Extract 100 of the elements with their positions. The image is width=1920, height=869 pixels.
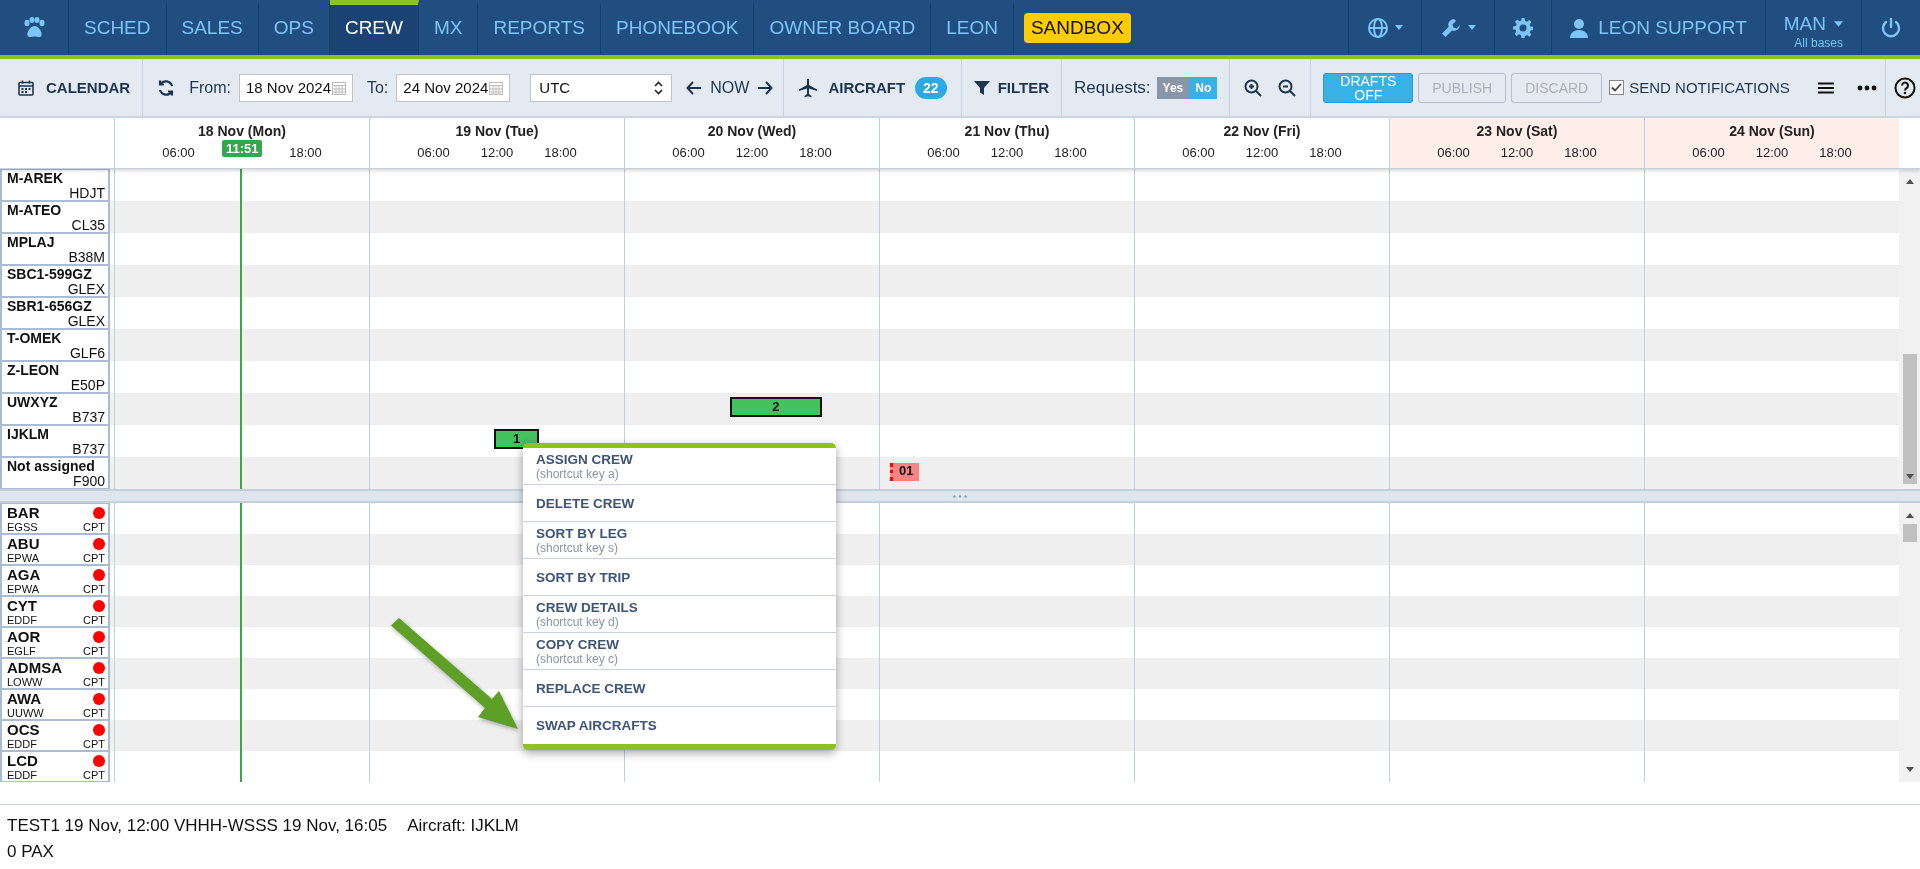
flight-block[interactable]: 1 — [494, 429, 539, 449]
arrow-right-icon[interactable] — [757, 80, 774, 95]
hour-label: 12:00 — [479, 145, 515, 160]
calendar-icon — [18, 79, 34, 96]
aircraft-info: Aircraft: IJKLM — [407, 815, 519, 837]
filter-button[interactable]: FILTER — [961, 59, 1063, 116]
aircraft-label[interactable]: SBC1-599GZ GLEX — [0, 265, 110, 297]
flight-block[interactable]: 2 — [729, 397, 822, 417]
count-badge: 22 — [915, 76, 947, 99]
now-button[interactable]: NOW — [710, 78, 750, 97]
hour-label: 06:00 — [161, 145, 196, 160]
hour-label: 18:00 — [543, 145, 578, 160]
zoom-in-icon[interactable] — [1244, 78, 1263, 97]
crew-label[interactable]: OCS EDDF CPT — [0, 720, 110, 751]
menu-item[interactable]: CREW DETAILS (shortcut key d) — [523, 596, 836, 633]
settings-icon — [1513, 17, 1534, 38]
aircraft-label[interactable]: SBR1-656GZ GLEX — [0, 297, 110, 329]
date-field[interactable]: 18 Nov 2024 — [238, 73, 353, 102]
scrollbar[interactable] — [1899, 503, 1920, 782]
menu-item[interactable]: COPY CREW (shortcut key c) — [523, 633, 836, 670]
hour-label: 06:00 — [416, 145, 451, 160]
hour-label: 18:00 — [1308, 145, 1343, 160]
menu-item[interactable]: DELETE CREW — [523, 485, 836, 522]
aircraft-label[interactable]: UWXYZ B737 — [0, 393, 110, 425]
caret-icon — [1468, 25, 1477, 30]
hour-label: 18:00 — [1818, 145, 1853, 160]
caret-icon — [1834, 21, 1843, 27]
crew-label[interactable]: AWA UUWW CPT — [0, 689, 110, 720]
hour-label: 12:00 — [1244, 145, 1280, 160]
menu-item[interactable]: REPLACE CREW — [523, 670, 836, 707]
pax-count: 0 PAX — [7, 842, 54, 861]
aircraft-label[interactable]: T-OMEK GLF6 — [0, 329, 110, 361]
requests-label: Requests: — [1074, 77, 1151, 98]
hour-label: 06:00 — [926, 145, 961, 160]
more-icon[interactable] — [1856, 84, 1877, 91]
day-header: 20 Nov (Wed) 06:00 12:00 18:00 — [624, 118, 879, 168]
crew-label[interactable]: LCD EDDF CPT — [0, 751, 110, 782]
date-field[interactable]: 24 Nov 2024 — [396, 73, 511, 102]
nav-tab[interactable]: CREW — [329, 0, 419, 55]
notifications-label: SEND NOTIFICATIONS — [1629, 79, 1790, 96]
hour-label: 18:00 — [288, 145, 323, 160]
aircraft-label[interactable]: M-AREK HDJT — [0, 169, 110, 201]
day-header: 19 Nov (Tue) 06:00 12:00 18:00 — [369, 118, 624, 168]
calendar-button[interactable]: CALENDAR — [0, 59, 144, 116]
aircraft-button[interactable]: AIRCRAFT 22 — [784, 59, 962, 116]
sort-caret-icon — [654, 80, 664, 95]
hour-label: 12:00 — [989, 145, 1025, 160]
hour-label: 12:00 — [734, 145, 770, 160]
checkbox[interactable] — [1609, 80, 1625, 95]
hour-label: 18:00 — [1563, 145, 1598, 160]
crew-label[interactable]: BAR EGSS CPT — [0, 503, 110, 534]
scrollbar[interactable] — [1899, 169, 1920, 489]
crew-label[interactable]: AOR EGLF CPT — [0, 627, 110, 658]
crew-label[interactable]: ABU EPWA CPT — [0, 534, 110, 565]
flight-summary: TEST1 19 Nov, 12:00 VHHH-WSSS 19 Nov, 16:05 — [7, 815, 388, 837]
day-header: 23 Nov (Sat) 06:00 12:00 18:00 — [1389, 118, 1644, 168]
zoom-out-icon[interactable] — [1278, 78, 1297, 97]
arrow-left-icon[interactable] — [686, 80, 703, 95]
wrench-icon — [1440, 16, 1463, 39]
menu-item[interactable]: SWAP AIRCRAFTS — [523, 707, 836, 744]
crew-label[interactable]: CYT EDDF CPT — [0, 596, 110, 627]
hour-label: 06:00 — [1691, 145, 1726, 160]
from-label: From: — [189, 78, 231, 97]
paw-icon — [22, 16, 46, 39]
aircraft-label[interactable]: IJKLM B737 — [0, 425, 110, 457]
crew-label[interactable]: ADMSA LOWW CPT — [0, 658, 110, 689]
hour-label: 18:00 — [1053, 145, 1088, 160]
hour-label: 18:00 — [798, 145, 833, 160]
check-icon — [1611, 83, 1623, 92]
aircraft-label[interactable]: Not assigned F900 — [0, 457, 110, 489]
menu-item[interactable]: ASSIGN CREW (shortcut key a) — [523, 448, 836, 485]
day-header: 21 Nov (Thu) 06:00 12:00 18:00 — [879, 118, 1134, 168]
hour-label: 06:00 — [1181, 145, 1216, 160]
aircraft-label[interactable]: Z-LEON E50P — [0, 361, 110, 393]
timezone-select[interactable]: UTC — [530, 73, 673, 102]
grip-icon — [953, 494, 967, 498]
help-icon[interactable] — [1893, 76, 1916, 99]
calendar-icon — [331, 80, 346, 95]
airplane-icon — [798, 77, 819, 98]
menu-item[interactable]: SORT BY LEG (shortcut key s) — [523, 522, 836, 559]
request-block[interactable]: 01 — [890, 463, 919, 481]
filter-icon — [973, 79, 990, 96]
caret-icon — [1395, 25, 1404, 30]
current-time-marker: 11:51 — [221, 140, 263, 157]
hour-label: 06:00 — [671, 145, 706, 160]
hour-label: 06:00 — [1436, 145, 1471, 160]
to-label: To: — [366, 78, 389, 97]
aircraft-label[interactable]: M-ATEO CL35 — [0, 201, 110, 233]
calendar-icon — [489, 80, 504, 95]
menu-item[interactable]: SORT BY TRIP — [523, 559, 836, 596]
hour-label: 12:00 — [1499, 145, 1535, 160]
day-header: 24 Nov (Sun) 06:00 12:00 18:00 — [1644, 118, 1899, 168]
menu-icon[interactable] — [1817, 81, 1834, 94]
globe-icon — [1367, 16, 1390, 39]
refresh-icon[interactable] — [157, 78, 176, 97]
aircraft-label[interactable]: MPLAJ B38M — [0, 233, 110, 265]
sandbox-badge: SANDBOX — [1023, 12, 1131, 43]
crew-label[interactable]: AGA EPWA CPT — [0, 565, 110, 596]
hour-label: 12:00 — [1754, 145, 1790, 160]
power-icon — [1880, 16, 1902, 39]
